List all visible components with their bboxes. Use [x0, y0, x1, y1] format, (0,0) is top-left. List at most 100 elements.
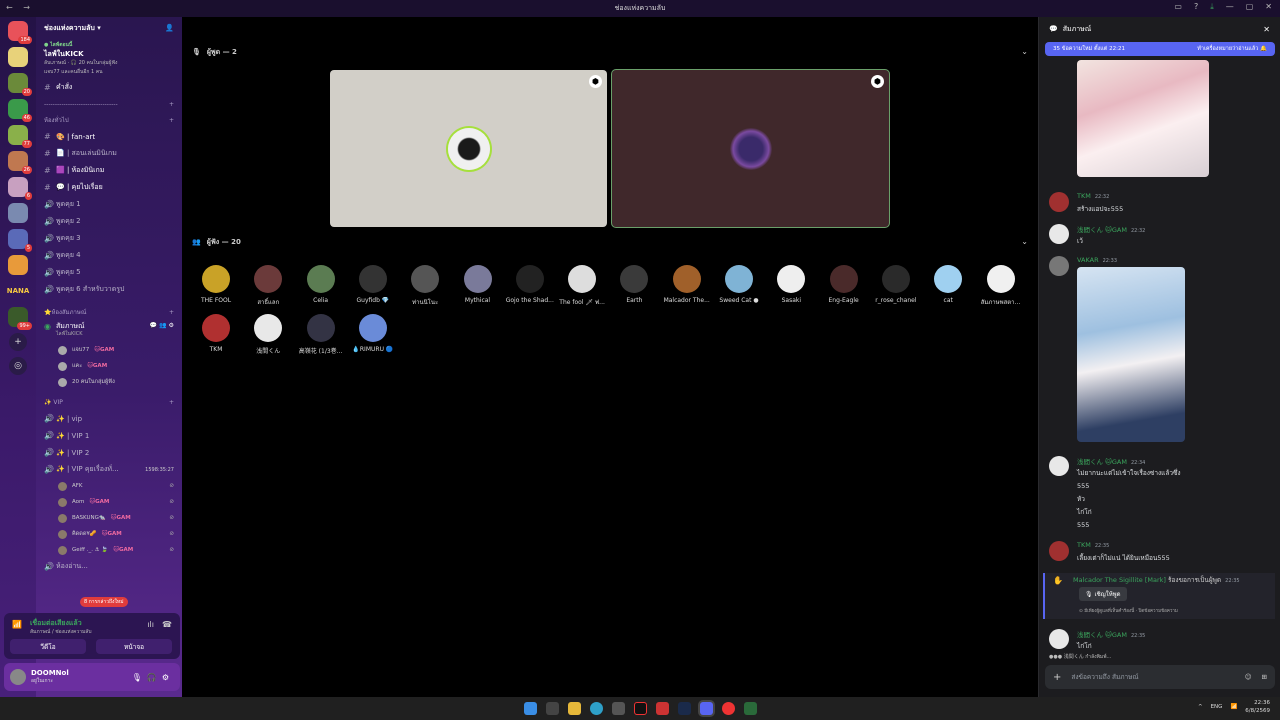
vip-channel-item[interactable]: 🔊 ✨ | vip: [36, 410, 182, 427]
app-icon[interactable]: [743, 702, 757, 715]
add-channel-icon[interactable]: +: [169, 117, 174, 124]
download-icon[interactable]: ⤓: [1210, 2, 1214, 12]
channel-item[interactable]: # 📄 | สอนเล่นมินิเกม: [36, 145, 182, 162]
direct-messages-icon[interactable]: 184: [8, 21, 32, 44]
start-icon[interactable]: [523, 702, 537, 715]
noise-icon[interactable]: ılı: [147, 620, 154, 629]
listener[interactable]: Mythical: [453, 265, 503, 304]
channel-item[interactable]: # 🎨 | fan-art: [36, 128, 182, 145]
server-icon[interactable]: 77: [8, 125, 32, 148]
listener[interactable]: Gojo the Shad...: [505, 265, 555, 304]
photoshop-icon[interactable]: [677, 702, 691, 715]
vip-channel-item[interactable]: 🔊 ✨ | VIP 1: [36, 427, 182, 444]
store-icon[interactable]: [611, 702, 625, 715]
voice-channel-item[interactable]: 🔊 พูดคุย 6 สำหรับวาดรูป: [36, 281, 182, 298]
chevron-down-icon[interactable]: ⌄: [1021, 47, 1028, 56]
nav-arrows[interactable]: ← →: [6, 3, 34, 12]
chrome-icon[interactable]: [721, 702, 735, 715]
disconnect-icon[interactable]: ☎: [162, 620, 172, 629]
tiktok-icon[interactable]: [633, 702, 647, 715]
channel-next[interactable]: 🔊 ห้องอ่าน...: [36, 558, 182, 575]
listener[interactable]: Guyfidb 💎: [348, 265, 398, 304]
add-server-icon[interactable]: +: [9, 333, 27, 351]
category-interview[interactable]: ⭐ห้องสัมภาษณ์ +: [36, 304, 182, 320]
avatar[interactable]: [1049, 256, 1069, 276]
avatar[interactable]: [1049, 456, 1069, 476]
listener[interactable]: สัมภาษพสตา...: [976, 265, 1026, 307]
stage-user[interactable]: 20 คนในกลุ่มผู้ฟัง: [36, 374, 182, 390]
input-language[interactable]: ENG: [1211, 704, 1223, 710]
listener[interactable]: cat: [923, 265, 973, 304]
video-button[interactable]: วีดีโอ: [10, 639, 86, 654]
server-icon[interactable]: 99+: [8, 307, 32, 330]
message-input[interactable]: ส่งข้อความถึง สัมภาษณ์: [1071, 672, 1234, 682]
event-card[interactable]: ● ไลฟ์ตอนนี้ ไลฟ์ในKICK ลับเภาษณ์ · 🎧 20…: [36, 39, 182, 79]
channel-commands[interactable]: # คำสั่ง: [36, 79, 182, 96]
category-vip[interactable]: ✨ VIP +: [36, 394, 182, 410]
vip-user[interactable]: AFK ⊘: [36, 478, 182, 494]
speaker-tile[interactable]: ⬢: [612, 70, 889, 227]
mic-icon[interactable]: 🎙: [132, 673, 147, 682]
vip-user[interactable]: BASKUNG🐀 🐱GAM ⊘: [36, 510, 182, 526]
chevron-up-icon[interactable]: ^: [1198, 704, 1203, 710]
vip-user[interactable]: Geiff ._. ⚓ 🍃 🐱GAM ⊘: [36, 542, 182, 558]
listener[interactable]: สาธิ์แลก: [243, 265, 293, 307]
close-window-icon[interactable]: ✕: [1265, 2, 1272, 12]
add-channel-icon[interactable]: +: [169, 399, 174, 406]
avatar[interactable]: [1049, 192, 1069, 212]
emoji-icon[interactable]: ☺: [1245, 673, 1252, 681]
message-author[interactable]: VAKAR: [1077, 256, 1099, 264]
avatar[interactable]: [1049, 629, 1069, 649]
screen-share-button[interactable]: หน้าจอ: [96, 639, 172, 654]
vip-user[interactable]: คิดดด¥🥜 🐱GAM ⊘: [36, 526, 182, 542]
settings-icon[interactable]: ⚙: [162, 673, 174, 682]
maximize-icon[interactable]: ▢: [1246, 2, 1254, 12]
server-icon[interactable]: [8, 47, 28, 67]
file-explorer-icon[interactable]: [567, 702, 581, 715]
wifi-icon[interactable]: 📶: [1230, 704, 1237, 710]
voice-channel-item[interactable]: 🔊 พูดคุย 1: [36, 196, 182, 213]
voice-channel-item[interactable]: 🔊 พูดคุย 3: [36, 230, 182, 247]
stage-user[interactable]: แจบ77 🐱GAM: [36, 342, 182, 358]
voice-channel-item[interactable]: 🔊 พูดคุย 4: [36, 247, 182, 264]
listener[interactable]: Eng-Eagle: [819, 265, 869, 304]
minimize-icon[interactable]: —: [1226, 2, 1234, 12]
mark-read-button[interactable]: ทำเครื่องหมายว่าอ่านแล้ว 🔔: [1197, 45, 1267, 53]
server-icon[interactable]: 5: [8, 229, 32, 252]
listener[interactable]: Sweed Cat ●: [714, 265, 764, 304]
listener[interactable]: 浅間くん: [243, 314, 293, 355]
listener[interactable]: 高嶺花 (1/3巻...: [296, 314, 346, 355]
headphones-icon[interactable]: 🎧: [147, 673, 162, 682]
category-general[interactable]: ห้องทั่วไป +: [36, 112, 182, 128]
stage-user[interactable]: แคะ 🐱GAM: [36, 358, 182, 374]
listener[interactable]: 💧RIMURU 🔵: [348, 314, 398, 353]
listener[interactable]: ท่านนิโนะ: [400, 265, 450, 307]
server-header[interactable]: ช่องแห่งความลับ ▾ 👤: [36, 17, 182, 39]
avatar[interactable]: [1049, 224, 1069, 244]
discord-icon[interactable]: [699, 702, 713, 715]
speaker-tile[interactable]: ⬢: [330, 70, 607, 227]
attached-image[interactable]: [1077, 267, 1185, 442]
stage-channel[interactable]: ◉ สัมภาษณ์ ไลฟ์ในKICK 💬 👥 ⚙: [36, 320, 182, 342]
message-author[interactable]: TKM: [1077, 192, 1091, 200]
server-icon[interactable]: 6: [8, 177, 32, 200]
message-author[interactable]: 浅間くん 🐱GAM: [1077, 631, 1127, 639]
server-icon[interactable]: 26: [8, 151, 32, 174]
vip-channel-item[interactable]: 🔊 ✨ | VIP คุยเรื่องทั่... 1598:35:27: [36, 461, 182, 478]
server-icon[interactable]: [8, 255, 28, 275]
voice-channel-item[interactable]: 🔊 พูดคุย 2: [36, 213, 182, 230]
clock[interactable]: 22:36 6/8/2569: [1245, 699, 1270, 715]
server-nana-icon[interactable]: NANA: [7, 281, 30, 301]
server-icon[interactable]: 20: [8, 73, 32, 96]
invite-to-speak-button[interactable]: 🎙 เชิญให้พูด: [1079, 587, 1127, 601]
new-mentions-badge[interactable]: 8 การกล่าวถึงใหม่: [80, 597, 128, 607]
app-icon[interactable]: [655, 702, 669, 715]
avatar[interactable]: [1049, 541, 1069, 561]
explore-icon[interactable]: ◎: [9, 357, 27, 375]
message-author[interactable]: TKM: [1077, 541, 1091, 549]
add-channel-icon[interactable]: +: [169, 101, 174, 108]
channel-item[interactable]: # 💬 | คุยไปเรื่อย: [36, 179, 182, 196]
add-attachment-icon[interactable]: +: [1053, 672, 1061, 683]
edge-icon[interactable]: [589, 702, 603, 715]
message-author[interactable]: Malcador The Sigillite [Mark]: [1073, 576, 1166, 584]
